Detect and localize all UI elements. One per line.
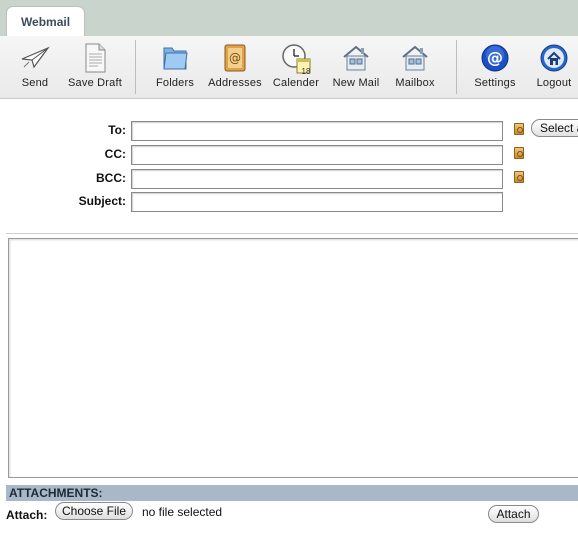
folders-button[interactable]: Folders — [152, 36, 198, 98]
toolbar-divider — [456, 40, 457, 94]
to-label: To: — [108, 123, 126, 137]
settings-label: Settings — [474, 77, 516, 89]
subject-label: Subject: — [78, 194, 126, 208]
folders-label: Folders — [155, 77, 195, 89]
bcc-field[interactable] — [131, 169, 503, 189]
home-icon — [537, 41, 571, 75]
address-book-icon: @ — [218, 41, 252, 75]
addresses-button[interactable]: @ Addresses — [205, 36, 265, 98]
calender-button[interactable]: 18 Calender — [270, 36, 322, 98]
house-icon — [398, 41, 432, 75]
calendar-day-number: 18 — [301, 67, 311, 76]
attach-label: Attach: — [6, 508, 48, 522]
toolbar-divider — [135, 40, 136, 94]
settings-button[interactable]: @ Settings — [471, 36, 519, 98]
subject-field[interactable] — [131, 192, 503, 212]
save-draft-label: Save Draft — [68, 77, 122, 89]
mailbox-label: Mailbox — [395, 77, 435, 89]
addresses-label: Addresses — [208, 77, 262, 89]
file-status: no file selected — [142, 505, 223, 519]
document-icon — [78, 41, 112, 75]
to-field[interactable] — [131, 121, 503, 141]
address-book-icon[interactable] — [514, 171, 524, 183]
cc-field[interactable] — [131, 145, 503, 165]
svg-text:@: @ — [229, 51, 241, 65]
new-mail-button[interactable]: New Mail — [330, 36, 382, 98]
paper-plane-icon — [18, 41, 52, 75]
clock-calendar-icon: 18 — [279, 41, 313, 76]
send-label: Send — [21, 77, 49, 89]
logout-label: Logout — [536, 77, 572, 89]
to-row: To: — [0, 121, 578, 141]
tab-webmail[interactable]: Webmail — [6, 6, 85, 36]
subject-row: Subject: — [0, 192, 578, 212]
message-body[interactable] — [8, 238, 578, 478]
calender-label: Calender — [272, 77, 320, 89]
bcc-row: BCC: — [0, 169, 578, 189]
address-book-icon[interactable] — [514, 123, 524, 135]
cc-label: CC: — [104, 147, 126, 161]
logout-button[interactable]: Logout — [532, 36, 576, 98]
attachments-header: ATTACHMENTS: — [6, 485, 578, 501]
save-draft-button[interactable]: Save Draft — [64, 36, 126, 98]
choose-file-button[interactable]: Choose File — [55, 502, 133, 520]
new-mail-label: New Mail — [332, 77, 380, 89]
at-sign-icon: @ — [478, 41, 512, 75]
folder-icon — [158, 41, 192, 75]
toolbar: Send Save Draft Folders @ Addresses 18 C… — [0, 36, 578, 99]
bcc-label: BCC: — [96, 171, 126, 185]
header-divider — [6, 233, 578, 234]
mailbox-button[interactable]: Mailbox — [392, 36, 438, 98]
house-icon — [339, 41, 373, 75]
address-book-icon[interactable] — [514, 147, 524, 159]
cc-row: CC: — [0, 145, 578, 165]
attach-button[interactable]: Attach — [488, 505, 539, 523]
select-addresses-button[interactable]: Select a — [531, 119, 578, 137]
svg-text:@: @ — [487, 48, 503, 67]
top-tab-bar: Webmail — [0, 0, 578, 36]
send-button[interactable]: Send — [14, 36, 56, 98]
